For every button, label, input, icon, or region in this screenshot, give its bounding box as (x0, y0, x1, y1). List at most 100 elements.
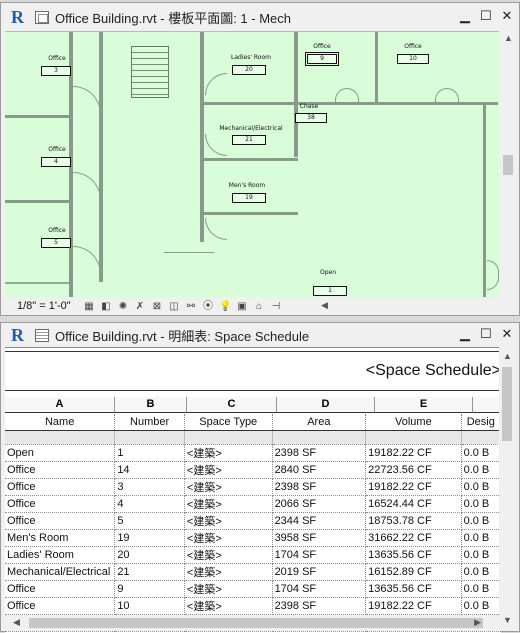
column-letter[interactable]: E (375, 397, 473, 413)
schedule-titlebar[interactable]: R Office Building.rvt - 明細表: Space Sched… (1, 323, 519, 347)
maximize-button[interactable]: ☐ (480, 327, 492, 341)
table-cell[interactable]: 14 (114, 461, 185, 479)
table-cell[interactable]: 3 (114, 478, 185, 496)
table-cell[interactable]: 2398 SF (272, 597, 367, 615)
table-cell[interactable]: Ladies' Room (5, 546, 116, 564)
minimize-button[interactable]: ▁ (459, 327, 471, 341)
table-cell[interactable]: 2066 SF (272, 495, 367, 513)
table-cell[interactable]: 0.0 B (461, 478, 501, 496)
column-letter[interactable] (473, 397, 501, 413)
plan-vscroll-thumb[interactable] (503, 155, 513, 175)
table-row[interactable]: Office 5 <建築> 2344 SF 18753.78 CF 0.0 B (5, 512, 501, 530)
table-cell[interactable]: <建築> (184, 461, 273, 479)
room-tag-38[interactable]: 38 (295, 113, 327, 123)
column-header[interactable]: Desig (461, 414, 501, 431)
column-header[interactable]: Number (114, 414, 185, 431)
table-cell[interactable]: 19 (114, 529, 185, 547)
table-cell[interactable]: Open (5, 444, 116, 462)
column-letter[interactable]: A (5, 397, 115, 413)
table-cell[interactable]: 21 (114, 563, 185, 581)
table-cell[interactable]: 13635.56 CF (365, 546, 462, 564)
table-cell[interactable]: 1 (114, 444, 185, 462)
table-cell[interactable]: 9 (114, 580, 185, 598)
table-cell[interactable]: 0.0 B (461, 597, 501, 615)
shadows-icon[interactable]: ✗ (134, 301, 146, 312)
scroll-left-icon[interactable]: ◀ (321, 300, 328, 311)
table-row[interactable]: Office 14 <建築> 2840 SF 22723.56 CF 0.0 B (5, 461, 501, 479)
column-letter[interactable]: D (277, 397, 375, 413)
column-header[interactable]: Volume (365, 414, 462, 431)
table-cell[interactable]: 19182.22 CF (365, 444, 462, 462)
minimize-button[interactable]: ▁ (459, 9, 471, 23)
table-row[interactable]: Office 9 <建築> 1704 SF 13635.56 CF 0.0 B (5, 580, 501, 598)
table-cell[interactable]: 1704 SF (272, 546, 367, 564)
table-cell[interactable]: 2344 SF (272, 512, 367, 530)
table-cell[interactable]: <建築> (184, 529, 273, 547)
column-header[interactable]: Space Type (184, 414, 273, 431)
room-tag-10[interactable]: 10 (397, 54, 429, 64)
table-cell[interactable]: <建築> (184, 546, 273, 564)
show-crop-region-icon[interactable]: ◫ (168, 301, 180, 312)
plan-vertical-scrollbar[interactable]: ▲ (501, 31, 515, 297)
table-cell[interactable]: 19182.22 CF (365, 597, 462, 615)
room-tag-3[interactable]: 3 (41, 66, 71, 76)
sun-path-icon[interactable]: ✺ (117, 301, 129, 312)
table-cell[interactable]: 0.0 B (461, 563, 501, 581)
room-tag-19[interactable]: 19 (232, 193, 266, 203)
table-cell[interactable]: Office (5, 478, 116, 496)
table-cell[interactable]: 3958 SF (272, 529, 367, 547)
visual-style-icon[interactable]: ◧ (100, 301, 112, 312)
table-cell[interactable]: 31662.22 CF (365, 529, 462, 547)
schedule-vscroll-thumb[interactable] (502, 367, 512, 441)
analytical-model-icon[interactable]: ⌂ (253, 301, 265, 312)
column-header[interactable]: Area (272, 414, 367, 431)
table-cell[interactable]: 1704 SF (272, 580, 367, 598)
table-cell[interactable]: Office (5, 512, 116, 530)
table-cell[interactable]: 0.0 B (461, 580, 501, 598)
table-cell[interactable]: <建築> (184, 580, 273, 598)
scroll-left-icon[interactable]: ◀ (13, 617, 20, 628)
schedule-sheet[interactable]: <Space Schedule> A B C D E Name Number S… (5, 347, 501, 633)
table-cell[interactable]: 0.0 B (461, 529, 501, 547)
scroll-right-icon[interactable]: ▶ (474, 617, 481, 628)
table-cell[interactable]: 2398 SF (272, 444, 367, 462)
temporary-view-properties-icon[interactable]: ▣ (236, 301, 248, 312)
table-cell[interactable]: 2840 SF (272, 461, 367, 479)
table-row[interactable]: Office 3 <建築> 2398 SF 19182.22 CF 0.0 B (5, 478, 501, 496)
unlocked-3d-view-icon[interactable]: ⚯ (185, 301, 197, 312)
table-cell[interactable]: 5 (114, 512, 185, 530)
room-tag-4[interactable]: 4 (41, 157, 71, 167)
table-cell[interactable]: 13635.56 CF (365, 580, 462, 598)
table-cell[interactable]: Office (5, 597, 116, 615)
table-cell[interactable]: 0.0 B (461, 444, 501, 462)
table-cell[interactable]: 18753.78 CF (365, 512, 462, 530)
table-cell[interactable]: 20 (114, 546, 185, 564)
table-cell[interactable]: 16524.44 CF (365, 495, 462, 513)
view-scale[interactable]: 1/8" = 1'-0" (17, 300, 77, 312)
column-letter[interactable]: B (115, 397, 187, 413)
table-cell[interactable]: 4 (114, 495, 185, 513)
table-cell[interactable]: 19182.22 CF (365, 478, 462, 496)
room-tag-1[interactable]: 1 (313, 286, 347, 296)
table-cell[interactable]: <建築> (184, 512, 273, 530)
scroll-up-icon[interactable]: ▲ (503, 351, 512, 361)
close-button[interactable]: ✕ (501, 9, 513, 23)
detail-level-icon[interactable]: ▦ (83, 301, 95, 312)
maximize-button[interactable]: ☐ (480, 9, 492, 23)
column-letter[interactable]: C (187, 397, 277, 413)
table-cell[interactable]: 16152.89 CF (365, 563, 462, 581)
table-cell[interactable]: 0.0 B (461, 512, 501, 530)
table-cell[interactable]: <建築> (184, 563, 273, 581)
table-cell[interactable]: 2019 SF (272, 563, 367, 581)
schedule-hscroll-thumb[interactable] (29, 618, 483, 628)
table-cell[interactable]: 10 (114, 597, 185, 615)
table-cell[interactable]: Mechanical/Electrical (5, 563, 116, 581)
table-cell[interactable]: Men's Room (5, 529, 116, 547)
constraints-icon[interactable]: ⊣ (270, 301, 282, 312)
room-tag-5[interactable]: 5 (41, 238, 71, 248)
crop-view-icon[interactable]: ⊠ (151, 301, 163, 312)
table-row[interactable]: Office 4 <建築> 2066 SF 16524.44 CF 0.0 B (5, 495, 501, 513)
table-row[interactable]: Office 10 <建築> 2398 SF 19182.22 CF 0.0 B (5, 597, 501, 615)
schedule-vertical-scrollbar[interactable]: ▲ ▼ (499, 347, 515, 627)
table-cell[interactable]: <建築> (184, 478, 273, 496)
